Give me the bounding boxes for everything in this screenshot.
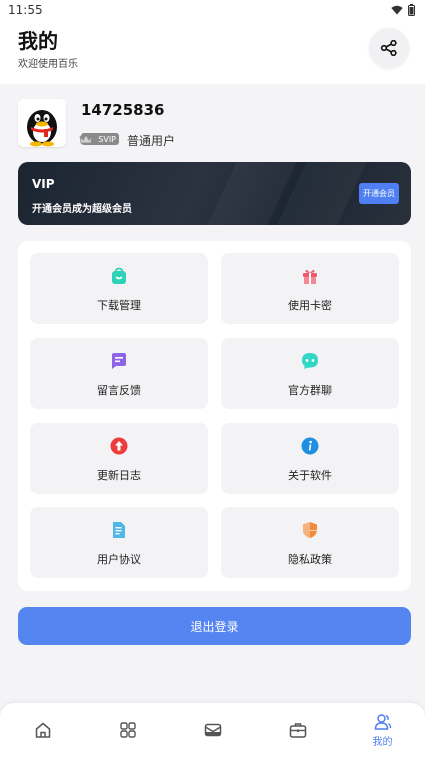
- nav-item-home[interactable]: [0, 703, 85, 757]
- page-header: 我的 欢迎使用百乐: [0, 20, 425, 84]
- profile-section: 14725836 SVIP 普通用户: [18, 99, 408, 151]
- nav-item-toolbox[interactable]: [255, 703, 340, 757]
- status-icons: [391, 4, 415, 16]
- svip-badge: SVIP: [79, 133, 119, 145]
- menu-item-label: 隐私政策: [288, 553, 332, 566]
- bottom-nav: 我的: [0, 703, 425, 757]
- vip-card[interactable]: VIP 开通会员成为超级会员 开通会员: [18, 162, 411, 225]
- wifi-icon: [391, 5, 403, 15]
- open-vip-button[interactable]: 开通会员: [359, 183, 399, 204]
- home-icon: [35, 722, 50, 738]
- user-icon: [374, 713, 391, 730]
- username: 14725836: [81, 101, 165, 119]
- gift-icon: [300, 266, 320, 286]
- menu-item-feedback[interactable]: 留言反馈: [30, 338, 208, 409]
- apps-grid-icon: [119, 722, 136, 738]
- menu-item-label: 下载管理: [97, 299, 141, 312]
- share-icon: [380, 39, 397, 57]
- briefcase-icon: [289, 723, 306, 738]
- menu-panel: 下载管理 使用卡密 留言反馈 官方群聊 更新日志 关于软件 用户协议 隐私政策: [18, 241, 411, 591]
- nav-item-messages[interactable]: [170, 703, 255, 757]
- menu-item-privacy-policy[interactable]: 隐私政策: [221, 507, 399, 578]
- status-bar: 11:55: [0, 0, 425, 20]
- menu-item-about[interactable]: 关于软件: [221, 423, 399, 494]
- shield-icon: [300, 520, 320, 540]
- menu-item-changelog[interactable]: 更新日志: [30, 423, 208, 494]
- update-arrow-icon: [109, 436, 129, 456]
- mail-icon: [204, 723, 221, 737]
- nav-item-apps[interactable]: [85, 703, 170, 757]
- avatar[interactable]: [18, 99, 66, 147]
- menu-item-redeem-code[interactable]: 使用卡密: [221, 253, 399, 324]
- menu-item-label: 留言反馈: [97, 384, 141, 397]
- shopping-bag-icon: [109, 266, 129, 286]
- info-icon: [300, 436, 320, 456]
- status-time: 11:55: [8, 3, 43, 17]
- penguin-avatar-icon: [18, 99, 66, 147]
- menu-item-official-group[interactable]: 官方群聊: [221, 338, 399, 409]
- page-title: 我的: [18, 29, 58, 53]
- chat-bubble-icon: [300, 351, 320, 371]
- vip-title: VIP: [32, 177, 55, 191]
- menu-item-label: 使用卡密: [288, 299, 332, 312]
- logout-button[interactable]: 退出登录: [18, 607, 411, 645]
- menu-item-label: 关于软件: [288, 469, 332, 482]
- menu-item-user-agreement[interactable]: 用户协议: [30, 507, 208, 578]
- message-icon: [109, 351, 129, 371]
- battery-icon: [408, 4, 415, 16]
- menu-item-download-manager[interactable]: 下载管理: [30, 253, 208, 324]
- menu-item-label: 官方群聊: [288, 384, 332, 397]
- page-subtitle: 欢迎使用百乐: [18, 59, 78, 70]
- document-icon: [109, 520, 129, 540]
- svip-label: SVIP: [98, 134, 116, 144]
- nav-item-mine[interactable]: 我的: [340, 703, 425, 757]
- crown-icon: [79, 134, 93, 144]
- share-button[interactable]: [369, 28, 409, 68]
- vip-description: 开通会员成为超级会员: [32, 204, 132, 215]
- menu-item-label: 用户协议: [97, 553, 141, 566]
- nav-item-label: 我的: [372, 736, 393, 748]
- user-level: 普通用户: [127, 134, 176, 148]
- menu-item-label: 更新日志: [97, 469, 141, 482]
